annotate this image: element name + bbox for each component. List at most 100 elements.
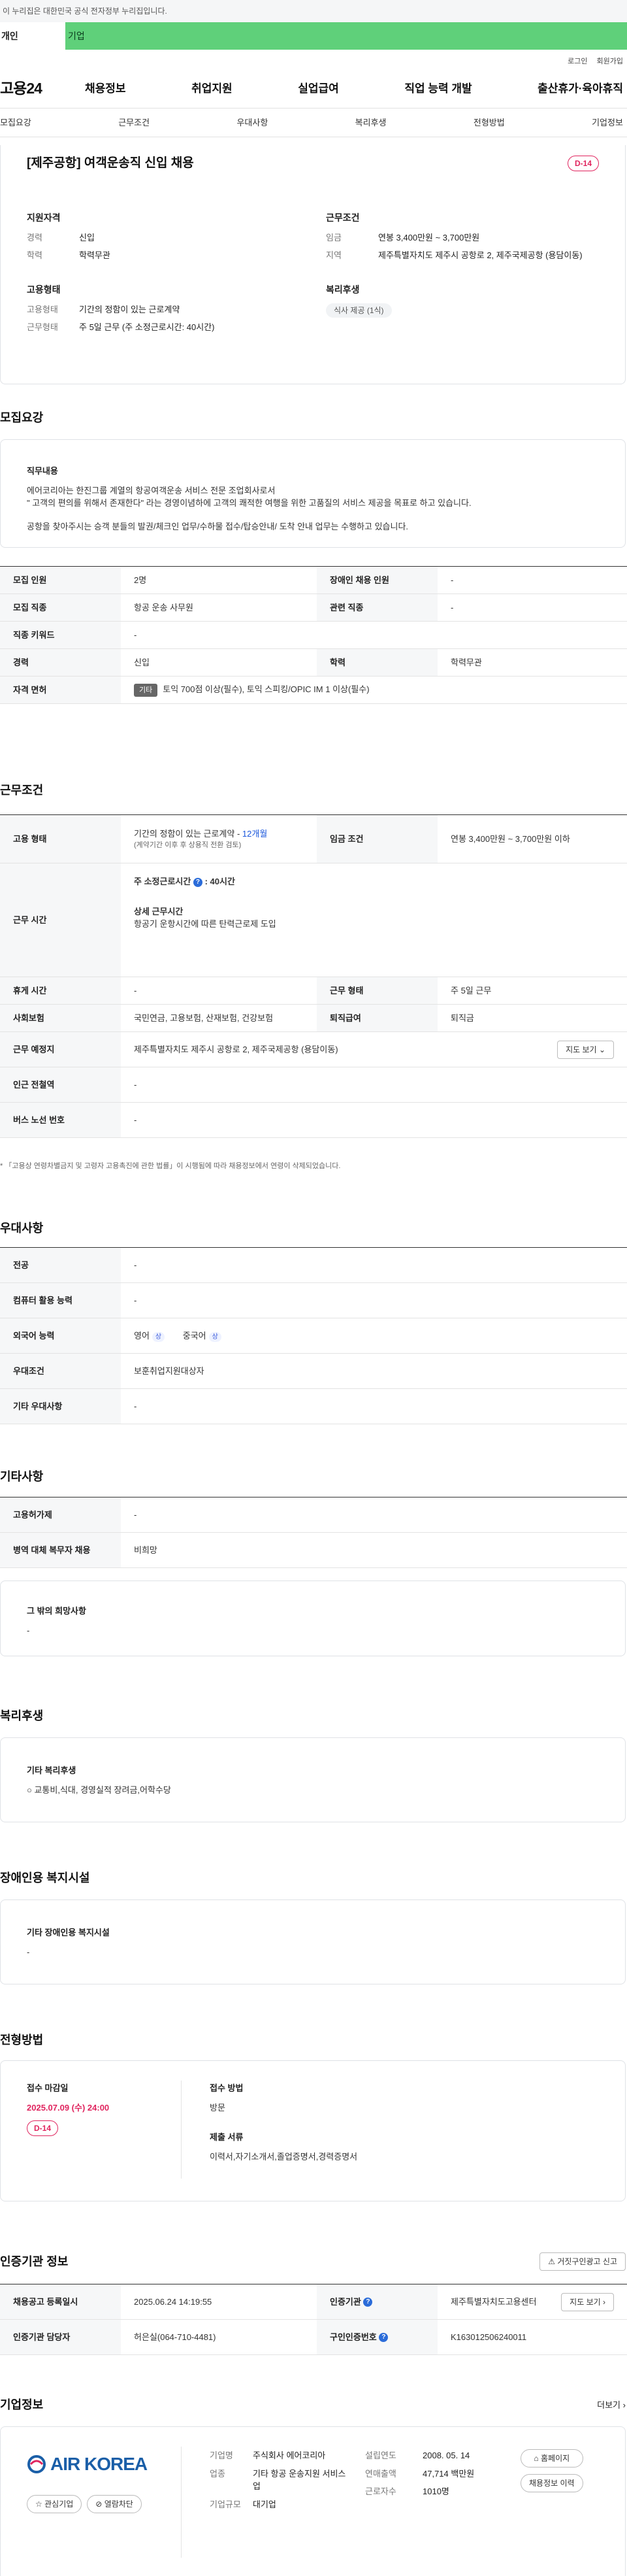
work-permit-value: - bbox=[121, 1497, 627, 1533]
chevron-down-icon: ⌄ bbox=[598, 1045, 605, 1054]
tab-company[interactable]: 기업 bbox=[65, 22, 627, 50]
homepage-label: 홈페이지 bbox=[541, 2454, 570, 2463]
manager-value: 허은실(064-710-4481) bbox=[121, 2319, 317, 2355]
table-row: 직종 키워드 - bbox=[0, 621, 627, 649]
company-section-title: 기업정보 bbox=[0, 2398, 44, 2411]
table-row: 우대조건 보훈취업지원대상자 bbox=[0, 1353, 627, 1389]
keyword-label: 직종 키워드 bbox=[0, 621, 121, 649]
gnb-item-training[interactable]: 직업 능력 개발 bbox=[404, 80, 472, 97]
help-icon[interactable]: ? bbox=[193, 877, 202, 887]
duty-title: 직무내용 bbox=[27, 466, 58, 476]
military-label: 병역 대체 복무자 채용 bbox=[0, 1532, 121, 1568]
company-more-link[interactable]: 더보기 › bbox=[597, 2399, 626, 2412]
table-row: 전공 - bbox=[0, 1247, 627, 1283]
retirement-value: 퇴직금 bbox=[438, 1004, 627, 1032]
welfare-box-title: 기타 복리후생 bbox=[27, 1765, 76, 1775]
retirement-label: 퇴직급여 bbox=[317, 1004, 438, 1032]
help-icon[interactable]: ? bbox=[379, 2333, 389, 2343]
org-map-button[interactable]: 지도 보기 › bbox=[561, 2292, 614, 2311]
block-label: 열람차단 bbox=[104, 2500, 133, 2509]
org-cell: 제주특별자치도고용센터 지도 보기 › bbox=[438, 2284, 627, 2320]
language-english-level: 상 bbox=[152, 1331, 165, 1342]
education-label: 학력 bbox=[27, 250, 42, 260]
gnb-menu: 채용정보 취업지원 실업급여 직업 능력 개발 출산휴가·육아휴직 bbox=[85, 80, 627, 97]
sales-value: 47,714 백만원 bbox=[423, 2468, 475, 2479]
company-size-label: 기업규모 bbox=[210, 2499, 241, 2509]
wage-value: 연봉 3,400만원 ~ 3,700만원 이하 bbox=[438, 814, 627, 863]
help-icon[interactable]: ? bbox=[363, 2298, 373, 2307]
founded-label: 설립연도 bbox=[365, 2451, 396, 2460]
hiring-history-button[interactable]: 채용정보 이력 bbox=[521, 2474, 583, 2492]
table-row: 모집 직종 항공 운송 사무원 관련 직종 - bbox=[0, 594, 627, 622]
org-value: 제주특별자치도고용센터 bbox=[451, 2296, 537, 2307]
other-section-title: 기타사항 bbox=[0, 1470, 44, 1483]
company-logo: AIR KOREA bbox=[27, 2451, 148, 2478]
favorite-company-button[interactable]: ☆ 관심기업 bbox=[27, 2495, 82, 2513]
report-button-label: 거짓구인광고 신고 bbox=[557, 2257, 617, 2266]
company-box: AIR KOREA ☆ 관심기업 ⊘ 열람차단 기업명 주식회사 에어코리아 업종… bbox=[0, 2426, 626, 2576]
cert-no-label-cell: 구인인증번호 ? bbox=[317, 2319, 438, 2355]
welfare-block: 복리후생 식사 제공 (1식) bbox=[326, 283, 599, 339]
company-name-value: 주식회사 에어코리아 bbox=[253, 2451, 326, 2460]
tab-pref[interactable]: 우대사항 bbox=[236, 116, 268, 129]
table-row: 경력 신입 학력 학력무관 bbox=[0, 648, 627, 677]
table-row: 외국어 능력 영어 상 중국어 상 bbox=[0, 1318, 627, 1354]
agency-header: 인증기관 정보 ⚠ 거짓구인광고 신고 bbox=[0, 2252, 626, 2271]
gnb-item-employment-support[interactable]: 취업지원 bbox=[191, 80, 233, 97]
region-label: 지역 bbox=[326, 250, 342, 260]
emp-type-value: 기간의 정함이 있는 근로계약 - bbox=[134, 828, 242, 839]
company-size-value: 대기업 bbox=[253, 2499, 276, 2509]
workplace-map-button[interactable]: 지도 보기 ⌄ bbox=[557, 1040, 614, 1059]
table-row: 기타 우대사항 - bbox=[0, 1388, 627, 1424]
favorite-label: 관심기업 bbox=[44, 2500, 74, 2509]
reg-date-value: 2025.06.24 14:19:55 bbox=[121, 2284, 317, 2320]
tab-process[interactable]: 전형방법 bbox=[474, 116, 505, 129]
org-map-button-label: 지도 보기 bbox=[570, 2297, 601, 2307]
work-type-value: 주 5일 근무 (주 소정근로시간: 40시간) bbox=[79, 322, 215, 332]
block-view-button[interactable]: ⊘ 열람차단 bbox=[87, 2495, 142, 2513]
login-link[interactable]: 로그인 bbox=[568, 56, 587, 69]
tab-personal[interactable]: 개인 bbox=[0, 22, 65, 50]
deadline-value: 2025.07.09 (수) 24:00 bbox=[27, 2102, 110, 2113]
report-button[interactable]: ⚠ 거짓구인광고 신고 bbox=[539, 2252, 626, 2271]
education-value: 학력무관 bbox=[438, 648, 627, 677]
hours-detail-cell: 주 소정근로시간 ? : 40시간 상세 근무시간 항공기 운항시간에 따른 탄… bbox=[134, 863, 627, 977]
pref-table: 전공 - 컴퓨터 활용 능력 - 외국어 능력 영어 상 중국어 상 우대조건 보훈… bbox=[0, 1247, 627, 1424]
welfare-box-value: ○ 교통비,식대, 경영실적 장려금,어학수당 bbox=[27, 1784, 171, 1795]
pc-skill-label: 컴퓨터 활용 능력 bbox=[0, 1282, 121, 1318]
tab-company[interactable]: 기업정보 bbox=[592, 116, 623, 129]
gnb-item-jobs[interactable]: 채용정보 bbox=[85, 80, 126, 97]
homepage-button[interactable]: ⌂ 홈페이지 bbox=[521, 2449, 583, 2467]
disabled-hire-value: - bbox=[438, 566, 627, 594]
major-value: - bbox=[121, 1247, 627, 1283]
language-cell: 영어 상 중국어 상 bbox=[121, 1318, 627, 1354]
work-permit-label: 고용허가제 bbox=[0, 1497, 121, 1533]
emp-type-note: (계약기간 이후 후 상용직 전환 검토) bbox=[134, 841, 242, 849]
tab-welfare[interactable]: 복리후생 bbox=[355, 116, 387, 129]
org-label: 인증기관 bbox=[330, 2296, 361, 2307]
manager-label: 인증기관 담당자 bbox=[0, 2319, 121, 2355]
pref-etc-label: 기타 우대사항 bbox=[0, 1388, 121, 1424]
education-label: 학력 bbox=[317, 648, 438, 677]
condition-title: 근무조건 bbox=[326, 212, 360, 223]
pref-etc-value: - bbox=[121, 1388, 627, 1424]
related-job-value: - bbox=[438, 594, 627, 622]
license-value: 토익 700점 이상(필수), 토익 스피킹/OPIC IM 1 이상(필수) bbox=[163, 684, 370, 694]
join-link[interactable]: 회원가입 bbox=[597, 56, 623, 69]
gnb-item-leave[interactable]: 출산휴가·육아휴직 bbox=[538, 80, 623, 97]
gnb-item-unemployment[interactable]: 실업급여 bbox=[298, 80, 339, 97]
agency-section-title: 인증기관 정보 bbox=[0, 2254, 69, 2268]
employees-value: 1010명 bbox=[423, 2486, 449, 2496]
company-logo-text: AIR KOREA bbox=[50, 2454, 148, 2474]
tab-recruit[interactable]: 모집요강 bbox=[0, 116, 31, 129]
rest-label: 휴게 시간 bbox=[0, 977, 121, 1005]
qualification-title: 지원자격 bbox=[27, 212, 61, 223]
tab-workcond[interactable]: 근무조건 bbox=[118, 116, 150, 129]
work-type-label: 근무 형태 bbox=[317, 977, 438, 1005]
site-logo[interactable]: 고용24 bbox=[0, 77, 85, 100]
region-value: 제주특별자치도 제주시 공항로 2, 제주국제공항 (용담이동) bbox=[378, 250, 583, 260]
hours-detail-value: 항공기 운항시간에 따른 탄력근로제 도입 bbox=[134, 919, 276, 929]
pref-cond-value: 보훈취업지원대상자 bbox=[121, 1353, 627, 1389]
career-label: 경력 bbox=[0, 648, 121, 677]
headcount-label: 모집 인원 bbox=[0, 566, 121, 594]
